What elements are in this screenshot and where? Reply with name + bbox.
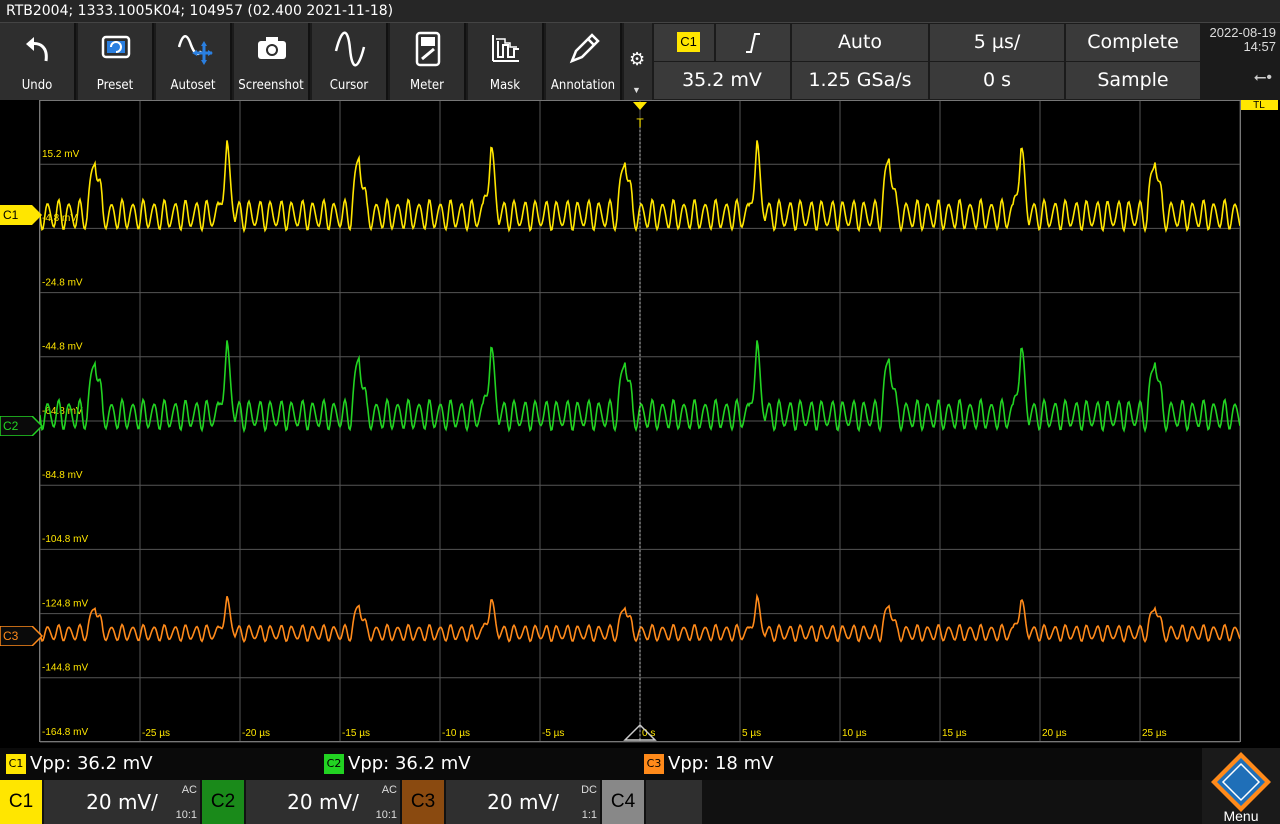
c1-probe: 10:1: [175, 809, 197, 821]
gear-icon: ⚙: [629, 49, 646, 69]
preset-label: Preset: [96, 78, 134, 93]
c2-measurement-value: Vpp: 36.2 mV: [348, 753, 471, 774]
menu-label: Menu: [1223, 808, 1259, 824]
c2-measurement[interactable]: C2 Vpp: 36.2 mV: [324, 753, 471, 775]
c1-measurement-value: Vpp: 36.2 mV: [30, 753, 153, 774]
channel-c2[interactable]: C2 20 mV/ AC 10:1: [202, 780, 400, 824]
acquisition-mode[interactable]: Sample: [1066, 62, 1200, 99]
meter-label: Meter: [410, 78, 444, 93]
c4-name: C4: [602, 780, 644, 824]
c1-settings[interactable]: 20 mV/ AC 10:1: [44, 780, 200, 824]
cursor-button[interactable]: Cursor: [312, 23, 388, 100]
c3-name: C3: [402, 780, 444, 824]
meter-icon: [415, 31, 441, 67]
c2-probe: 10:1: [375, 809, 397, 821]
c2-coupling: AC: [381, 784, 397, 796]
menu-button[interactable]: Menu: [1202, 748, 1280, 824]
autoset-icon: [178, 35, 213, 65]
c2-name: C2: [202, 780, 244, 824]
measurement-bar: C1 Vpp: 36.2 mV C2 Vpp: 36.2 mV C3 Vpp: 18 …: [0, 748, 1280, 780]
cursor-icon: [334, 31, 366, 67]
trigger-level[interactable]: 35.2 mV: [654, 62, 790, 99]
c2-settings[interactable]: 20 mV/ AC 10:1: [246, 780, 400, 824]
c3-measurement-tag: C3: [644, 754, 664, 774]
undo-label: Undo: [21, 78, 53, 93]
title-bar: RTB2004; 1333.1005K04; 104957 (02.400 20…: [0, 0, 1280, 23]
c3-measurement-value: Vpp: 18 mV: [668, 753, 774, 774]
undo-button[interactable]: Undo: [0, 23, 76, 100]
screenshot-label: Screenshot: [238, 78, 304, 93]
date-time: 2022-08-19 14:57 ⭠•: [1202, 23, 1280, 100]
c3-scale: 20 mV/: [487, 790, 559, 814]
c3-measurement[interactable]: C3 Vpp: 18 mV: [644, 753, 773, 775]
cursor-label: Cursor: [329, 78, 369, 93]
trigger-level-label: TL: [1253, 100, 1265, 111]
c3-coupling: DC: [581, 784, 597, 796]
c2-offset-label: C2: [3, 419, 19, 433]
c2-measurement-tag: C2: [324, 754, 344, 774]
camera-icon: [258, 37, 286, 59]
autoset-label: Autoset: [170, 78, 216, 93]
timebase-position[interactable]: 0 s: [930, 62, 1064, 99]
trigger-source-badge: C1: [677, 32, 700, 52]
plot-frame: [39, 100, 1241, 742]
annotation-button[interactable]: Annotation: [546, 23, 622, 100]
c1-offset-label: C1: [3, 208, 19, 222]
waveform-area[interactable]: 15.2 mV -4.8 mV -24.8 mV -44.8 mV -64.8 mV -8…: [0, 100, 1280, 748]
mask-icon: [492, 35, 519, 62]
channel-c4[interactable]: C4: [602, 780, 702, 824]
time-text: 14:57: [1243, 39, 1276, 54]
channel-bar: C1 20 mV/ AC 10:1 C2 20 mV/ AC 10:1 C3 2…: [0, 780, 1280, 824]
toolbar: Undo Preset Autoset Screenshot Cursor Me…: [0, 23, 1280, 100]
c1-measurement[interactable]: C1 Vpp: 36.2 mV: [6, 753, 153, 775]
meter-button[interactable]: Meter: [390, 23, 466, 100]
mask-label: Mask: [489, 78, 521, 93]
preset-icon: [101, 35, 131, 59]
expand-down-icon: ▼: [632, 85, 641, 95]
c3-settings[interactable]: 20 mV/ DC 1:1: [446, 780, 600, 824]
pen-icon: [569, 33, 600, 64]
settings-button[interactable]: ⚙ ▼: [624, 23, 652, 100]
preset-button[interactable]: Preset: [78, 23, 154, 100]
trigger-mode[interactable]: Auto: [792, 24, 928, 61]
usb-icon: ⭠•: [1253, 69, 1272, 86]
autoset-button[interactable]: Autoset: [156, 23, 232, 100]
sample-rate[interactable]: 1.25 GSa/s: [792, 62, 928, 99]
rising-edge-icon: [746, 33, 760, 53]
c1-measurement-tag: C1: [6, 754, 26, 774]
date-text: 2022-08-19: [1209, 25, 1277, 40]
timebase-scale[interactable]: 5 µs/: [930, 24, 1064, 61]
rohde-schwarz-logo-icon: [1211, 752, 1271, 812]
c3-probe: 1:1: [581, 809, 597, 821]
c1-name: C1: [0, 780, 42, 824]
c1-coupling: AC: [181, 784, 197, 796]
c4-settings[interactable]: [646, 780, 702, 824]
trigger-slope-cell[interactable]: [716, 24, 790, 61]
channel-c3[interactable]: C3 20 mV/ DC 1:1: [402, 780, 600, 824]
undo-icon: [26, 37, 48, 62]
c3-offset-label: C3: [3, 629, 19, 643]
screenshot-button[interactable]: Screenshot: [234, 23, 310, 100]
channel-c1[interactable]: C1 20 mV/ AC 10:1: [0, 780, 200, 824]
instrument-title: RTB2004; 1333.1005K04; 104957 (02.400 20…: [6, 3, 394, 19]
mask-button[interactable]: Mask: [468, 23, 544, 100]
acquisition-state[interactable]: Complete: [1066, 24, 1200, 61]
annotation-label: Annotation: [550, 78, 616, 93]
